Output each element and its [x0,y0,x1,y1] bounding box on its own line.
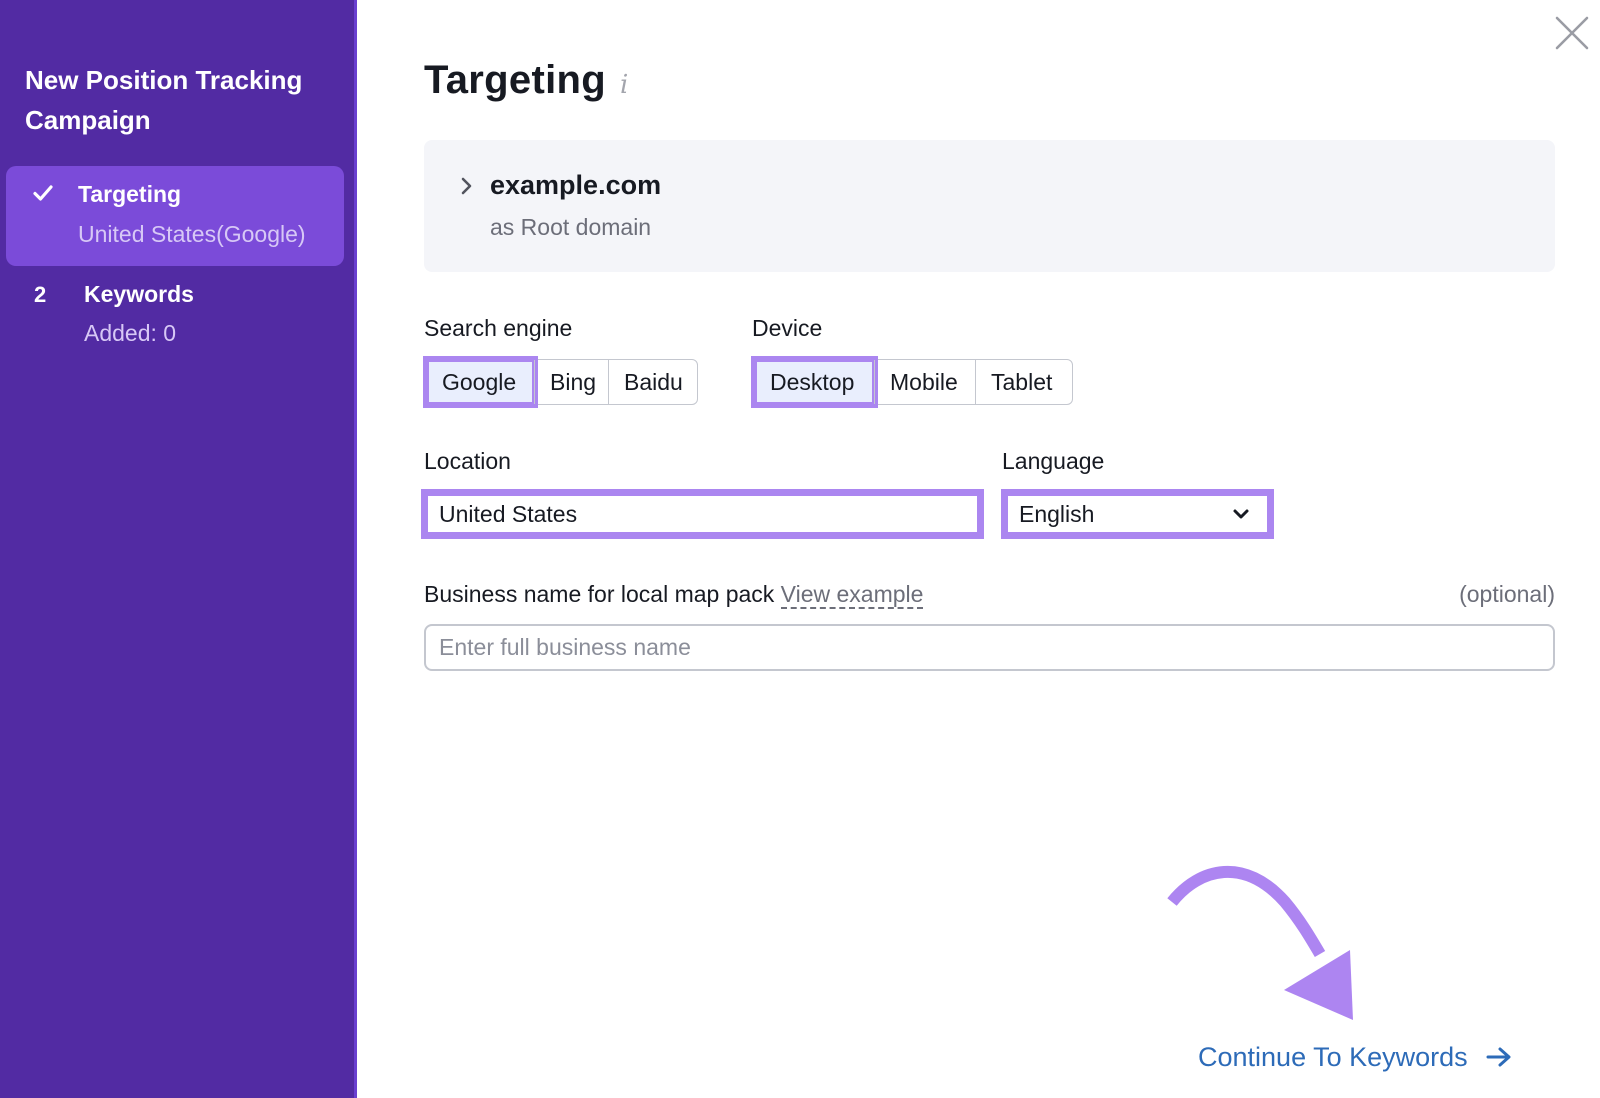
search-engine-baidu[interactable]: Baidu [608,360,697,404]
device-selector: Desktop Mobile Tablet [751,356,1073,408]
continue-to-keywords-button[interactable]: Continue To Keywords [1198,1040,1512,1074]
info-icon[interactable]: i [620,70,628,100]
sidebar: New Position Tracking Campaign Targeting… [0,0,357,1098]
language-dropdown[interactable]: English [1001,489,1274,539]
arrow-right-icon [1486,1047,1511,1067]
device-label: Device [752,315,823,341]
sidebar-step-targeting[interactable]: Targeting United States(Google) [6,166,344,266]
sidebar-title: New Position Tracking Campaign [25,65,303,135]
location-input[interactable]: United States [421,489,984,539]
view-example-link[interactable]: View example [780,581,924,609]
device-tablet[interactable]: Tablet [975,360,1072,404]
close-icon [1555,16,1589,50]
continue-label: Continue To Keywords [1198,1042,1468,1072]
business-name-label-text: Business name for local map pack [424,581,775,607]
business-name-input[interactable] [424,624,1555,671]
language-value: English [1019,501,1095,527]
chevron-down-icon [1231,504,1251,524]
device-mobile[interactable]: Mobile [874,360,975,404]
check-icon [32,182,58,208]
search-engine-label: Search engine [424,315,573,341]
location-value: United States [439,501,578,527]
annotation-arrow-icon [1167,865,1353,1020]
domain-summary: example.com as Root domain [424,140,1555,272]
search-engine-google[interactable]: Google [423,356,538,408]
device-desktop[interactable]: Desktop [751,356,878,408]
close-button[interactable] [1554,15,1590,51]
domain-name: example.com [490,170,662,200]
step-label: Keywords [84,281,194,307]
business-name-label: Business name for local map pack View ex… [424,579,924,609]
step-summary: United States(Google) [78,221,306,247]
search-engine-bing[interactable]: Bing [534,360,608,404]
step-number: 2 [34,282,47,307]
optional-hint: (optional) [1459,581,1555,607]
domain-type: as Root domain [490,214,652,240]
page-title: Targeting [424,58,606,102]
step-summary: Added: 0 [84,320,177,346]
language-label: Language [1002,448,1105,474]
search-engine-selector: Google Bing Baidu [423,356,698,408]
sidebar-step-keywords[interactable]: 2 Keywords Added: 0 [6,272,344,362]
chevron-right-icon[interactable] [454,174,478,198]
step-label: Targeting [78,181,182,207]
location-label: Location [424,448,511,474]
